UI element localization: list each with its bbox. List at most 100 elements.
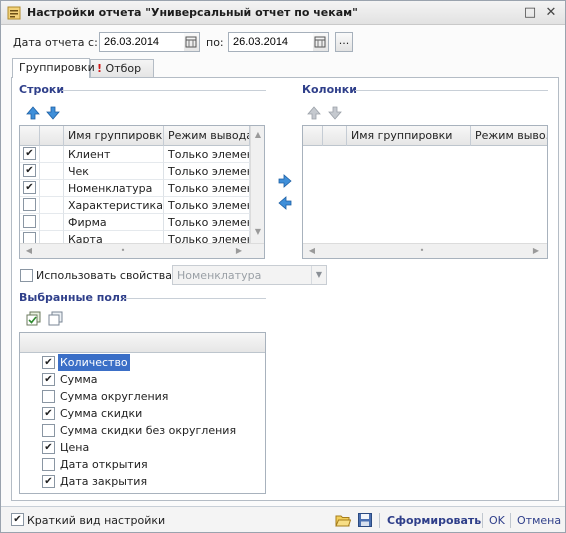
close-icon[interactable]: ✕: [543, 5, 559, 21]
columns-section-divider: [355, 90, 548, 91]
move-up-icon[interactable]: [25, 105, 41, 121]
scroll-down-icon[interactable]: ▼: [251, 225, 264, 239]
use-properties-checkbox[interactable]: [20, 269, 33, 282]
short-view-checkbox[interactable]: ✔: [11, 513, 24, 526]
field-checkbox[interactable]: ✔: [42, 475, 55, 488]
tab-groupings-label: Группировки: [19, 61, 95, 74]
columns-header-spacer: [323, 126, 347, 146]
row-mode: Только элементы: [164, 214, 250, 231]
field-checkbox[interactable]: [42, 424, 55, 437]
columns-section-title: Колонки: [302, 83, 357, 96]
cancel-button[interactable]: Отмена: [517, 514, 561, 527]
calendar-from-button[interactable]: [184, 32, 200, 52]
field-label: Дата закрытия: [60, 475, 148, 488]
selected-fields-list: ✔ Количество ✔ Сумма Сумма округления ✔ …: [19, 332, 266, 494]
row-checkbox[interactable]: [23, 215, 36, 228]
selected-fields-header: [20, 333, 265, 353]
scroll-left-icon[interactable]: ◀: [22, 244, 36, 258]
tab-filter-label: Отбор: [105, 62, 142, 75]
rows-section-divider: [62, 90, 266, 91]
properties-select-value: Номенклатура: [177, 269, 262, 282]
columns-grid-header: Имя группировки Режим выво...: [303, 126, 547, 146]
row-name: Чек: [64, 163, 164, 180]
period-select-button[interactable]: ...: [335, 32, 353, 52]
row-checkbox[interactable]: ✔: [23, 164, 36, 177]
move-down-icon[interactable]: [45, 105, 61, 121]
columns-header-name[interactable]: Имя группировки: [347, 126, 471, 146]
groupings-panel: Строки Имя группировки Режим вывода ✔ Кл…: [11, 77, 559, 501]
calendar-to-button[interactable]: [313, 32, 329, 52]
date-to-field[interactable]: [228, 32, 314, 52]
row-checkbox[interactable]: ✔: [23, 147, 36, 160]
tab-filter[interactable]: ! Отбор: [90, 59, 154, 78]
row-mode: Только элементы: [164, 146, 250, 163]
move-right-icon[interactable]: [277, 173, 293, 189]
scroll-thumb-grip-icon[interactable]: •: [415, 244, 429, 258]
selected-fields-divider: [124, 298, 266, 299]
chevron-down-icon[interactable]: ▼: [311, 266, 326, 284]
report-settings-icon: [7, 6, 21, 20]
row-mode: Только элементы: [164, 180, 250, 197]
rows-section-title: Строки: [19, 83, 65, 96]
save-icon[interactable]: [357, 512, 373, 528]
settings-window: Настройки отчета "Универсальный отчет по…: [0, 0, 566, 533]
row-checkbox[interactable]: ✔: [23, 181, 36, 194]
columns-horizontal-scrollbar[interactable]: ◀ • ▶: [303, 243, 547, 258]
title-bar: Настройки отчета "Универсальный отчет по…: [1, 1, 565, 25]
period-from-label: Дата отчета с:: [13, 36, 98, 49]
scroll-right-icon[interactable]: ▶: [232, 244, 246, 258]
field-checkbox[interactable]: [42, 390, 55, 403]
columns-header-mode[interactable]: Режим выво...: [471, 126, 547, 146]
footer-bar: ✔ Краткий вид настройки Сформировать OK …: [1, 506, 565, 532]
rows-grid: Имя группировки Режим вывода ✔ Клиент То…: [19, 125, 265, 259]
uncheck-all-icon[interactable]: [48, 311, 64, 327]
row-name: Номенклатура: [64, 180, 164, 197]
columns-move-up-icon[interactable]: [306, 105, 322, 121]
field-label: Количество: [57, 353, 131, 372]
calendar-icon: [314, 36, 326, 48]
tab-groupings[interactable]: Группировки: [12, 58, 95, 78]
scroll-up-icon[interactable]: ▲: [251, 128, 264, 142]
field-checkbox[interactable]: ✔: [42, 356, 55, 369]
field-label: Сумма скидки без округления: [60, 424, 237, 437]
row-name: Клиент: [64, 146, 164, 163]
use-properties-label: Использовать свойства: [36, 269, 172, 282]
field-checkbox[interactable]: ✔: [42, 441, 55, 454]
row-name: Характеристика...: [64, 197, 164, 214]
date-from-field[interactable]: [99, 32, 185, 52]
open-folder-icon[interactable]: [335, 512, 351, 528]
row-checkbox[interactable]: [23, 198, 36, 211]
filter-warning-icon: !: [97, 62, 103, 75]
field-checkbox[interactable]: [42, 458, 55, 471]
selected-fields-title: Выбранные поля: [19, 291, 128, 304]
generate-button[interactable]: Сформировать: [387, 514, 481, 527]
row-name: Фирма: [64, 214, 164, 231]
rows-header-check: [20, 126, 40, 146]
columns-move-down-icon[interactable]: [327, 105, 343, 121]
scroll-left-icon[interactable]: ◀: [305, 244, 319, 258]
scroll-thumb-grip-icon[interactable]: •: [116, 244, 130, 258]
rows-header-mode[interactable]: Режим вывода: [164, 126, 250, 146]
columns-grid: Имя группировки Режим выво... ◀ • ▶: [302, 125, 548, 259]
move-left-icon[interactable]: [277, 195, 293, 211]
scroll-right-icon[interactable]: ▶: [529, 244, 543, 258]
period-to-label: по:: [206, 36, 224, 49]
window-title: Настройки отчета "Универсальный отчет по…: [27, 6, 358, 19]
field-checkbox[interactable]: ✔: [42, 407, 55, 420]
rows-grid-header: Имя группировки Режим вывода: [20, 126, 250, 146]
ok-button[interactable]: OK: [489, 514, 505, 527]
field-label: Дата открытия: [60, 458, 148, 471]
field-label: Сумма скидки: [60, 407, 143, 420]
rows-horizontal-scrollbar[interactable]: ◀ • ▶: [20, 243, 264, 258]
calendar-icon: [185, 36, 197, 48]
minimize-icon[interactable]: □: [522, 5, 538, 21]
field-checkbox[interactable]: ✔: [42, 373, 55, 386]
row-mode: Только элементы: [164, 163, 250, 180]
rows-header-name[interactable]: Имя группировки: [64, 126, 164, 146]
row-mode: Только элементы: [164, 197, 250, 214]
check-all-icon[interactable]: [26, 311, 42, 327]
short-view-label: Краткий вид настройки: [27, 514, 166, 527]
field-label: Цена: [60, 441, 90, 454]
properties-select[interactable]: Номенклатура ▼: [172, 265, 327, 285]
rows-vertical-scrollbar[interactable]: ▲ ▼: [250, 126, 264, 243]
